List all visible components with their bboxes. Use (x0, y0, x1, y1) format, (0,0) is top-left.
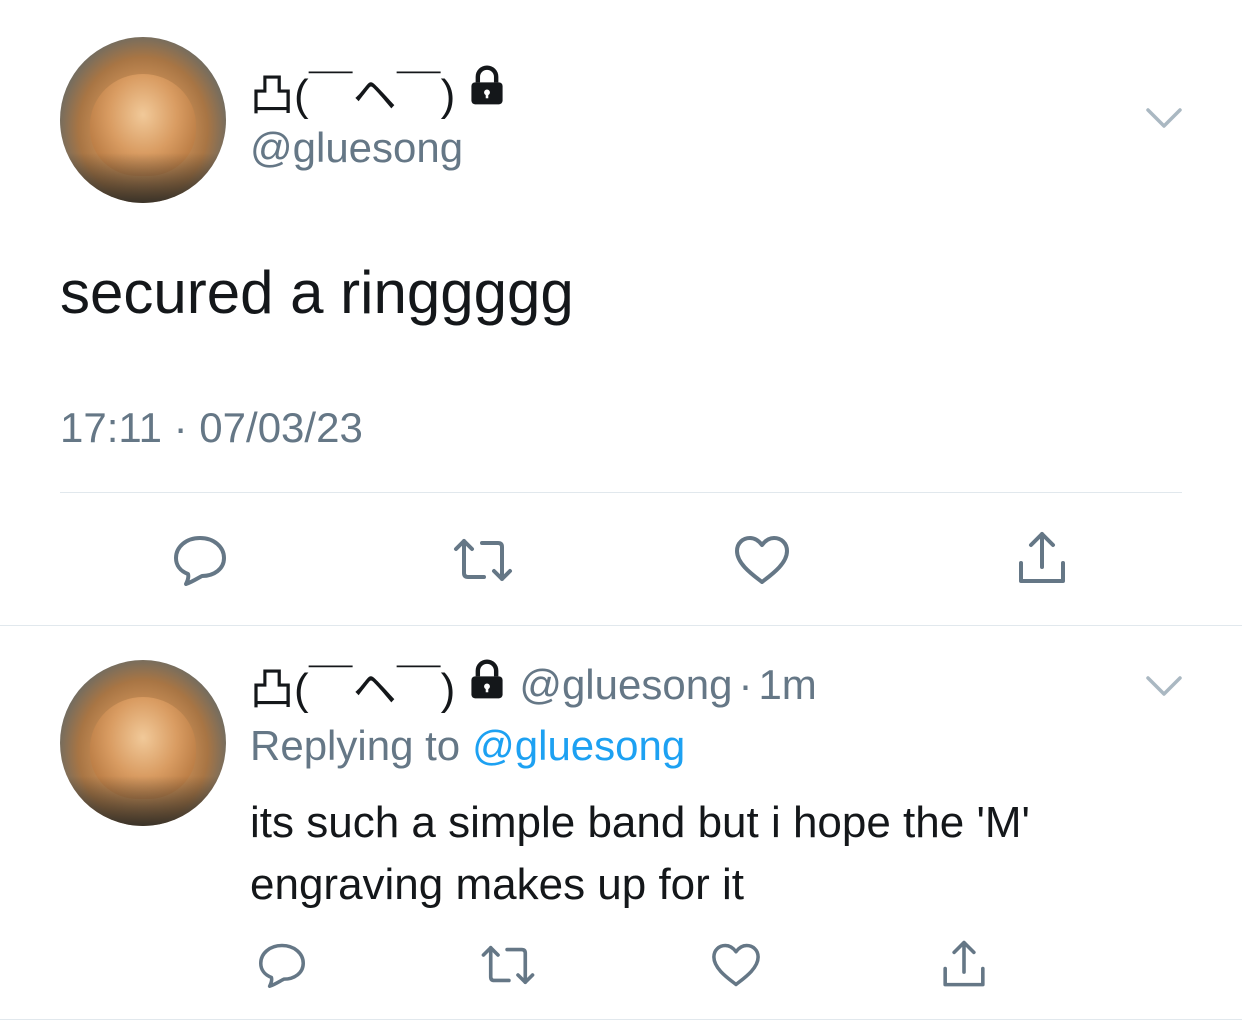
lock-icon (465, 64, 509, 119)
replying-to: Replying to @gluesong (250, 722, 685, 770)
share-button[interactable] (1010, 526, 1074, 590)
reply-icon (174, 536, 226, 586)
reply-icon (259, 943, 305, 988)
chevron-down-icon[interactable] (1144, 670, 1184, 705)
chevron-down-icon[interactable] (1144, 102, 1184, 137)
share-icon (943, 940, 985, 987)
tweet-text: its such a simple band but i hope the 'M… (250, 798, 1030, 909)
timestamp[interactable]: 17:11 · 07/03/23 (60, 404, 363, 452)
avatar[interactable] (60, 660, 226, 826)
share-button[interactable] (934, 934, 994, 994)
reply-button[interactable] (168, 528, 232, 592)
reply-button[interactable] (252, 936, 312, 994)
lock-icon (465, 658, 509, 713)
retweet-icon (454, 539, 512, 581)
retweet-icon (481, 945, 535, 985)
replying-handle-link[interactable]: @gluesong (472, 722, 685, 770)
tweet-header: 凸(￣ヘ￣) @gluesong · 1m (250, 658, 817, 714)
like-icon (712, 943, 760, 987)
replying-prefix: Replying to (250, 722, 461, 769)
handle[interactable]: @gluesong (250, 124, 463, 172)
handle[interactable]: @gluesong (519, 661, 732, 709)
retweet-button[interactable] (476, 936, 540, 994)
like-button[interactable] (730, 528, 794, 592)
retweet-button[interactable] (448, 528, 518, 592)
like-button[interactable] (706, 936, 766, 994)
divider (0, 625, 1242, 626)
avatar[interactable] (60, 37, 226, 203)
like-icon (735, 536, 789, 584)
tweet-age[interactable]: 1m (758, 661, 816, 709)
display-name-text: 凸(￣ヘ￣) (250, 71, 456, 120)
share-icon (1019, 532, 1065, 583)
display-name-text[interactable]: 凸(￣ヘ￣) (250, 653, 455, 717)
tweet-text: secured a ringgggg (60, 259, 574, 326)
display-name[interactable]: 凸(￣ヘ￣) (250, 64, 509, 120)
divider (0, 1019, 1242, 1020)
separator-dot: · (738, 661, 753, 708)
divider (60, 492, 1182, 493)
